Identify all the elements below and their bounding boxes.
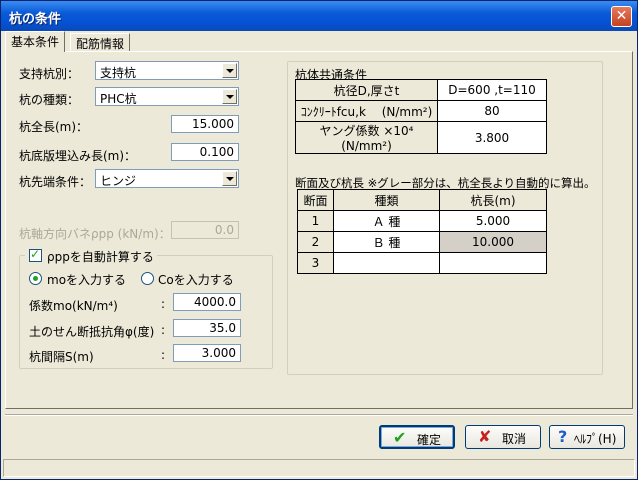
table-row: 1 Ａ 種 5.000: [297, 210, 547, 232]
ok-button[interactable]: ✔ 確定: [379, 425, 455, 449]
support-type-value: 支持杭: [100, 66, 137, 80]
auto-calc-label: ρppを自動計算する: [47, 250, 154, 264]
column-header: 杭長(m): [439, 189, 547, 211]
separator: [5, 414, 633, 416]
table-cell[interactable]: Ａ 種: [333, 210, 440, 232]
close-icon: ✕: [615, 8, 628, 24]
table-cell[interactable]: [439, 252, 547, 274]
title-bar: 杭の条件 ✕: [1, 1, 637, 31]
section-length-table: 断面 種類 杭長(m) 1 Ａ 種 5.000 2 Ｂ 種 10.000 3: [297, 189, 547, 274]
status-bar: [3, 459, 635, 477]
table-row: 3: [297, 252, 547, 274]
radio-input-co-label: Coを入力する: [158, 273, 234, 287]
row-header: 3: [297, 252, 334, 274]
radio-input-mo[interactable]: [29, 272, 42, 285]
bottom-embed-input[interactable]: 0.100: [171, 143, 239, 161]
table-cell: ヤング係数 ×10⁴ (N/mm²): [295, 121, 438, 154]
pile-type-label: 杭の種類：: [19, 93, 80, 107]
chevron-down-icon[interactable]: [222, 89, 237, 104]
table-cell[interactable]: Ｂ 種: [333, 231, 440, 253]
pile-spacing-input[interactable]: 3.000: [173, 344, 241, 362]
close-button[interactable]: ✕: [611, 6, 632, 27]
radio-input-mo-label: moを入力する: [47, 273, 127, 287]
tip-condition-value: ヒンジ: [100, 174, 137, 188]
pile-type-value: PHC杭: [100, 92, 137, 106]
friction-angle-input[interactable]: 35.0: [173, 319, 241, 337]
table-cell[interactable]: [333, 252, 440, 274]
cancel-button[interactable]: ✘ 取消: [465, 425, 541, 449]
pile-length-input[interactable]: 15.000: [171, 115, 239, 133]
friction-angle-label: 土のせん断抵抗角φ(度): [29, 325, 155, 339]
table-row: 杭径D,厚さt D=600 ,t=110: [295, 79, 547, 101]
pile-type-select[interactable]: PHC杭: [95, 87, 239, 106]
window-title: 杭の条件: [9, 12, 62, 27]
table-row: ｺﾝｸﾘｰﾄfcu,k (N/mm²) 80: [295, 100, 547, 122]
table-row: 断面 種類 杭長(m): [297, 189, 547, 211]
row-header: 2: [297, 231, 334, 253]
bottom-embed-label: 杭底版埋込み長(m)：: [19, 149, 137, 163]
friction-angle-colon: :: [161, 323, 166, 337]
cancel-button-label: 取消: [502, 432, 527, 446]
common-conditions-table: 杭径D,厚さt D=600 ,t=110 ｺﾝｸﾘｰﾄfcu,k (N/mm²)…: [295, 79, 547, 154]
tip-condition-label: 杭先端条件：: [19, 175, 92, 189]
table-cell[interactable]: 5.000: [439, 210, 547, 232]
help-icon: ?: [558, 427, 568, 446]
cross-icon: ✘: [478, 427, 492, 446]
checkmark-icon: ✔: [393, 428, 407, 447]
help-button-label: ﾍﾙﾌﾟ(H): [574, 432, 617, 446]
dialog-window: 杭の条件 ✕ 基本条件 配筋情報 支持杭別： 支持杭 杭の種類： PHC杭 杭全…: [0, 0, 638, 480]
pile-spacing-label: 杭間隔S(m): [29, 350, 94, 364]
support-type-select[interactable]: 支持杭: [95, 61, 239, 80]
chevron-down-icon[interactable]: [222, 63, 237, 78]
auto-calc-header: ρppを自動計算する: [25, 247, 157, 264]
auto-calc-checkbox[interactable]: [29, 247, 42, 262]
table-row: 2 Ｂ 種 10.000: [297, 231, 547, 253]
concrete-strength-value[interactable]: 80: [437, 100, 547, 122]
chevron-down-icon[interactable]: [222, 171, 237, 186]
table-cell: 杭径D,厚さt: [295, 79, 438, 101]
table-cell: 10.000: [439, 231, 547, 253]
ok-button-label: 確定: [417, 433, 442, 447]
axial-spring-input: 0.0: [171, 221, 239, 239]
help-button[interactable]: ? ﾍﾙﾌﾟ(H): [549, 425, 625, 449]
support-type-label: 支持杭別：: [19, 67, 80, 81]
table-row: ヤング係数 ×10⁴ (N/mm²) 3.800: [295, 121, 547, 154]
pile-diameter-value[interactable]: D=600 ,t=110: [437, 79, 547, 101]
column-header: 断面: [297, 189, 334, 211]
row-header: 1: [297, 210, 334, 232]
table-cell: ｺﾝｸﾘｰﾄfcu,k (N/mm²): [295, 100, 438, 122]
tab-basic-conditions[interactable]: 基本条件: [5, 31, 66, 52]
coef-label: 係数mo(kN/m⁴): [29, 299, 118, 313]
column-header: 種類: [333, 189, 440, 211]
pile-spacing-colon: :: [161, 348, 166, 362]
tip-condition-select[interactable]: ヒンジ: [95, 169, 239, 188]
young-modulus-value[interactable]: 3.800: [437, 121, 547, 154]
coef-input[interactable]: 4000.0: [173, 293, 241, 311]
axial-spring-label: 杭軸方向バネρpp (kN/m)：: [19, 227, 171, 241]
pile-length-label: 杭全長(m)：: [19, 120, 89, 134]
radio-input-co[interactable]: [141, 272, 154, 285]
coef-colon: :: [161, 297, 166, 311]
tab-rebar-info[interactable]: 配筋情報: [70, 33, 131, 51]
